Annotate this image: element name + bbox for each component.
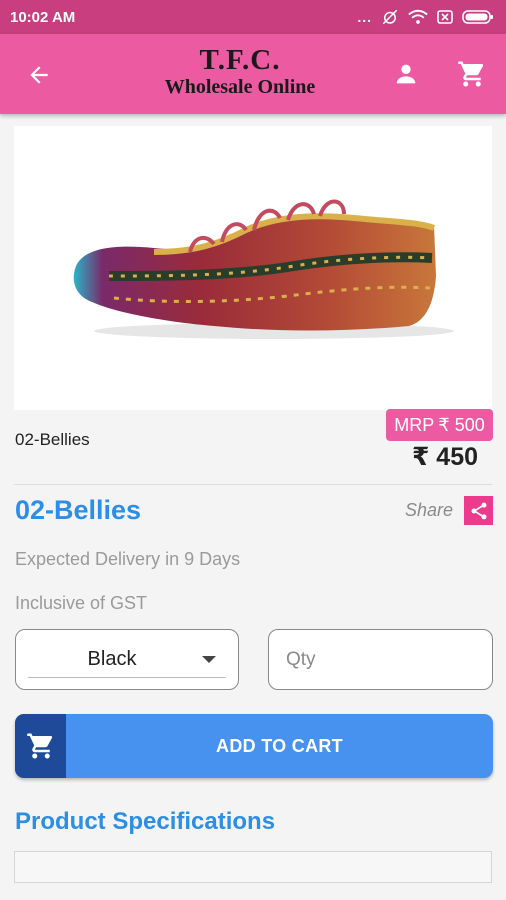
specifications-box: [14, 851, 492, 883]
cart-button[interactable]: [454, 56, 490, 92]
back-arrow-icon: [30, 66, 48, 84]
status-bar: 10:02 AM ...: [0, 0, 506, 34]
specifications-title: Product Specifications: [15, 808, 276, 835]
status-time: 10:02 AM: [10, 8, 76, 26]
share-icon: [471, 502, 486, 519]
status-icons: ...: [357, 8, 494, 26]
add-to-cart-button[interactable]: ADD TO CART: [15, 714, 493, 778]
mrp-label: MRP: [394, 414, 435, 435]
variant-name: 02-Bellies: [15, 430, 90, 449]
select-underline: [28, 677, 226, 678]
app-bar: T.F.C. Wholesale Online: [0, 34, 506, 114]
delivery-info: Expected Delivery in 9 Days: [15, 549, 241, 569]
price: ₹ 450: [411, 443, 479, 471]
cart-icon: [26, 733, 52, 759]
wifi-icon: [408, 9, 428, 25]
shoe-image: [73, 199, 454, 339]
cart-icon: [458, 61, 484, 87]
gst-info: Inclusive of GST: [15, 593, 148, 613]
add-to-cart-label: ADD TO CART: [216, 735, 343, 756]
color-select[interactable]: Black: [15, 629, 239, 690]
color-selected-value: Black: [87, 648, 137, 670]
sim-off-icon: [437, 9, 453, 25]
alarm-off-icon: [381, 8, 399, 26]
product-image[interactable]: [14, 126, 492, 410]
share-label[interactable]: Share: [405, 500, 453, 521]
divider: [14, 484, 492, 485]
back-button[interactable]: [22, 58, 56, 92]
brand-logo: T.F.C. Wholesale Online: [140, 44, 340, 98]
user-icon: [396, 64, 416, 84]
mrp-badge: MRP ₹ 500: [386, 409, 493, 441]
battery-icon: [462, 9, 494, 25]
user-button[interactable]: [389, 57, 423, 91]
brand-title: T.F.C.: [199, 44, 281, 76]
brand-subtitle: Wholesale Online: [164, 76, 316, 98]
product-title: 02-Bellies: [15, 495, 142, 525]
share-button[interactable]: [464, 496, 493, 525]
notification-dots: ...: [357, 9, 372, 25]
chevron-down-icon: [202, 656, 216, 663]
mrp-value: ₹ 500: [438, 414, 485, 435]
qty-input[interactable]: [268, 629, 493, 690]
add-cart-icon-box: [15, 714, 66, 778]
